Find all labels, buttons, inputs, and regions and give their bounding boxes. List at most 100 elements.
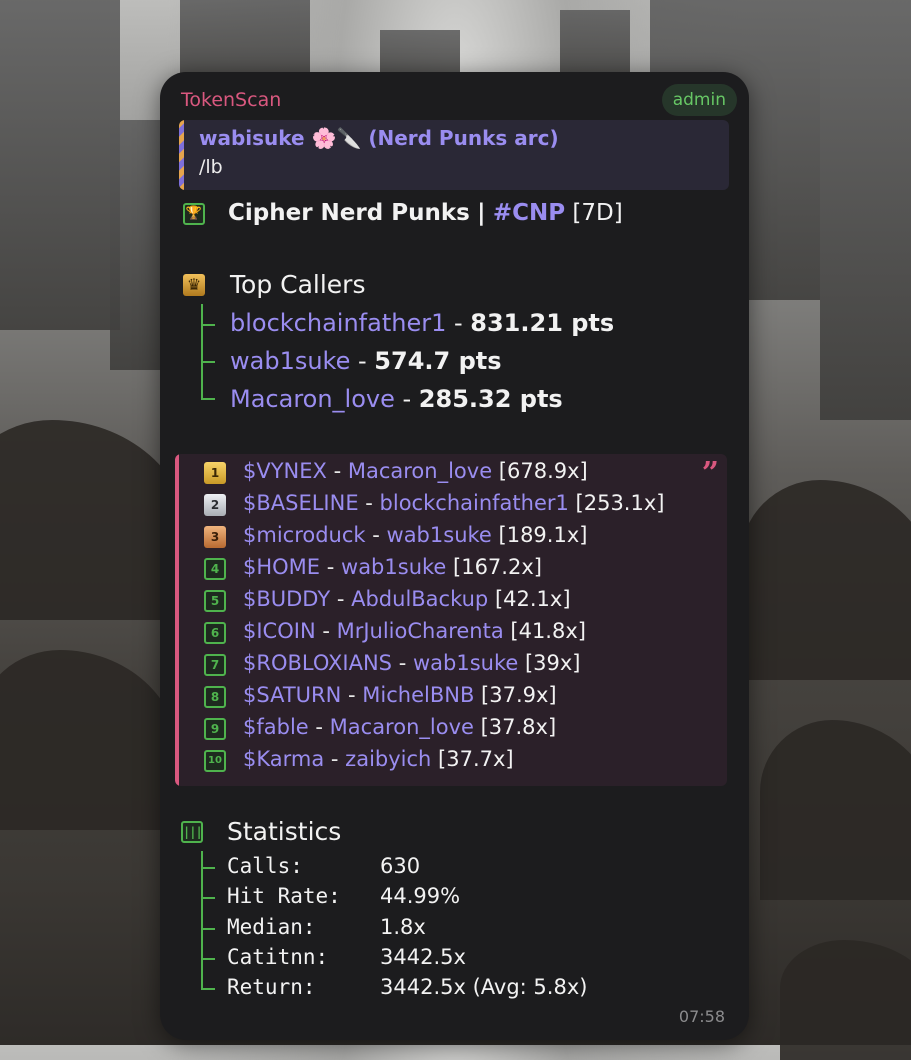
reply-author: wabisuke 🌸🔪 (Nerd Punks arc) xyxy=(199,126,559,150)
stat-label: Hit Rate: xyxy=(227,884,341,908)
title-separator: | xyxy=(477,200,486,226)
row-multiple: [189.1x] xyxy=(491,523,588,547)
caller-points: 831.21 pts xyxy=(470,309,615,337)
token-symbol[interactable]: $VYNEX xyxy=(243,459,327,483)
row-caller[interactable]: MichelBNB xyxy=(362,683,474,707)
crown-icon: ♛ xyxy=(183,274,205,296)
row-multiple: [42.1x] xyxy=(488,587,571,611)
leaderboard-row: $VYNEX - Macaron_love [678.9x] xyxy=(243,459,588,483)
row-dash: - xyxy=(315,619,337,643)
rank-badge: 7 xyxy=(204,654,226,676)
row-caller[interactable]: zaibyich xyxy=(345,747,431,771)
stat-value: 1.8x xyxy=(380,915,426,939)
token-symbol[interactable]: $BUDDY xyxy=(243,587,330,611)
token-symbol[interactable]: $BASELINE xyxy=(243,491,359,515)
reply-accent-bar xyxy=(179,120,184,190)
row-multiple: [37.7x] xyxy=(431,747,514,771)
row-multiple: [167.2x] xyxy=(446,555,542,579)
caller-username[interactable]: wab1suke xyxy=(230,347,350,375)
token-symbol[interactable]: $Karma xyxy=(243,747,324,771)
trophy-icon: 🏆 xyxy=(183,203,205,225)
stat-row: Calls: 630 xyxy=(227,854,420,878)
leaderboard-row: $BASELINE - blockchainfather1 [253.1x] xyxy=(243,491,664,515)
stat-row: Median: 1.8x xyxy=(227,915,426,939)
tree-branch xyxy=(201,897,215,899)
row-caller[interactable]: Macaron_love xyxy=(330,715,474,739)
row-multiple: [253.1x] xyxy=(568,491,665,515)
project-name: Cipher Nerd Punks xyxy=(228,200,470,226)
row-multiple: [41.8x] xyxy=(503,619,586,643)
leaderboard-row: $ICOIN - MrJulioCharenta [41.8x] xyxy=(243,619,586,643)
tree-branch xyxy=(201,361,215,363)
rank-badge: 9 xyxy=(204,718,226,740)
page-title: Cipher Nerd Punks | #CNP [7D] xyxy=(228,200,623,226)
rank-badge: 10 xyxy=(204,750,226,772)
statistics-heading: Statistics xyxy=(227,817,342,846)
caller-item: blockchainfather1 - 831.21 pts xyxy=(230,309,614,337)
message-timestamp: 07:58 xyxy=(678,1007,725,1026)
stat-row: Hit Rate: 44.99% xyxy=(227,884,460,908)
leaderboard-row: $fable - Macaron_love [37.8x] xyxy=(243,715,556,739)
row-dash: - xyxy=(365,523,387,547)
stats-tree-line xyxy=(201,851,203,988)
stat-label: Median: xyxy=(227,915,316,939)
stat-label: Return: xyxy=(227,975,316,999)
tree-branch xyxy=(201,988,215,990)
token-symbol[interactable]: $ICOIN xyxy=(243,619,316,643)
row-caller[interactable]: blockchainfather1 xyxy=(380,491,569,515)
row-caller[interactable]: AbdulBackup xyxy=(351,587,488,611)
row-dash: - xyxy=(358,491,380,515)
caller-points: 285.32 pts xyxy=(418,385,563,413)
stat-value: 3442.5x xyxy=(380,945,466,969)
admin-badge: admin xyxy=(661,84,737,116)
tree-branch xyxy=(201,928,215,930)
message-bubble: TokenScan admin wabisuke 🌸🔪 (Nerd Punks … xyxy=(160,72,749,1040)
token-symbol[interactable]: $HOME xyxy=(243,555,320,579)
project-tag[interactable]: #CNP xyxy=(493,200,565,226)
row-multiple: [37.9x] xyxy=(474,683,557,707)
row-dash: - xyxy=(320,555,342,579)
stat-value: 3442.5x (Avg: 5.8x) xyxy=(380,975,588,999)
token-symbol[interactable]: $fable xyxy=(243,715,309,739)
token-symbol[interactable]: $microduck xyxy=(243,523,366,547)
row-caller[interactable]: Macaron_love xyxy=(348,459,492,483)
row-caller[interactable]: wab1suke xyxy=(413,651,518,675)
rank-badge: 5 xyxy=(204,590,226,612)
caller-username[interactable]: blockchainfather1 xyxy=(230,309,446,337)
tree-branch xyxy=(201,958,215,960)
row-multiple: [39x] xyxy=(518,651,581,675)
leaderboard-row: $ROBLOXIANS - wab1suke [39x] xyxy=(243,651,581,675)
caller-dash: - xyxy=(394,385,419,413)
reply-command: /lb xyxy=(199,156,223,178)
row-caller[interactable]: wab1suke xyxy=(387,523,492,547)
rank-badge: 8 xyxy=(204,686,226,708)
rank-badge: 6 xyxy=(204,622,226,644)
token-symbol[interactable]: $SATURN xyxy=(243,683,341,707)
stat-row: Return: 3442.5x (Avg: 5.8x) xyxy=(227,975,587,999)
stat-label: Calls: xyxy=(227,854,303,878)
caller-item: Macaron_love - 285.32 pts xyxy=(230,385,563,413)
row-multiple: [678.9x] xyxy=(492,459,588,483)
row-dash: - xyxy=(308,715,330,739)
leaderboard-row: $Karma - zaibyich [37.7x] xyxy=(243,747,514,771)
row-dash: - xyxy=(330,587,352,611)
row-dash: - xyxy=(392,651,413,675)
token-symbol[interactable]: $ROBLOXIANS xyxy=(243,651,392,675)
caller-dash: - xyxy=(350,347,375,375)
period-label: [7D] xyxy=(572,200,623,226)
row-caller[interactable]: wab1suke xyxy=(341,555,446,579)
leaderboard-row: $SATURN - MichelBNB [37.9x] xyxy=(243,683,557,707)
reply-preview[interactable]: wabisuke 🌸🔪 (Nerd Punks arc) /lb xyxy=(179,120,729,190)
quote-bar xyxy=(175,454,179,786)
tree-branch xyxy=(201,324,215,326)
top-callers-heading: Top Callers xyxy=(230,270,366,299)
stat-row: Catitnn: 3442.5x xyxy=(227,945,466,969)
caller-dash: - xyxy=(446,309,471,337)
quote-icon: ” xyxy=(701,456,719,491)
caller-username[interactable]: Macaron_love xyxy=(230,385,395,413)
row-caller[interactable]: MrJulioCharenta xyxy=(337,619,504,643)
rank-badge: 3 xyxy=(204,526,226,548)
stat-value: 630 xyxy=(380,854,421,878)
row-dash: - xyxy=(324,747,346,771)
sender-name[interactable]: TokenScan xyxy=(181,89,281,111)
